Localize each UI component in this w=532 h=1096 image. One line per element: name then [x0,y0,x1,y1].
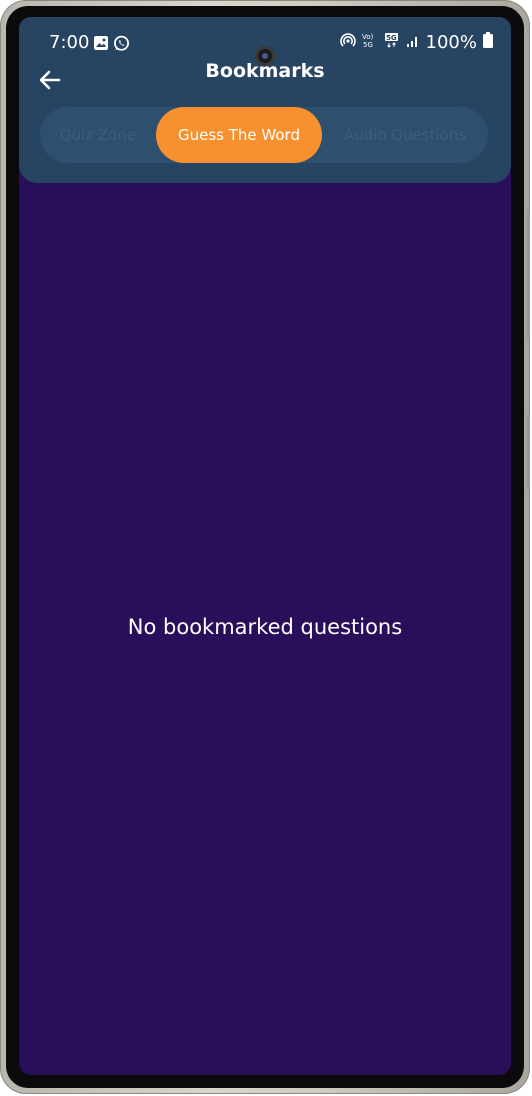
tab-guess-the-word[interactable]: Guess The Word [156,107,322,163]
svg-text:5G: 5G [363,41,373,48]
side-button [527,415,530,490]
signal-icon [406,32,420,53]
tab-audio-questions[interactable]: Audio Questions [330,107,480,163]
status-time: 7:00 [49,32,90,53]
empty-state-message: No bookmarked questions [127,615,403,639]
phone-frame: 7:00 Vo) 5G 5G 100% Bookmarks Quiz Zone … [0,0,530,1094]
volte-icon: Vo) 5G [362,32,378,53]
app-bar: 7:00 Vo) 5G 5G 100% Bookmarks Quiz Zone … [19,17,511,183]
screen: 7:00 Vo) 5G 5G 100% Bookmarks Quiz Zone … [19,17,511,1075]
svg-text:5G: 5G [386,34,397,42]
hotspot-icon [339,32,356,53]
side-button [527,210,530,340]
gallery-icon [93,35,109,56]
5g-icon: 5G [384,32,400,53]
tab-quiz-zone[interactable]: Quiz Zone [40,107,156,163]
status-right-icons: Vo) 5G 5G 100% [339,32,493,53]
bookmark-tab-bar: Quiz Zone Guess The Word Audio Questions [40,107,488,163]
battery-icon [483,32,493,53]
status-bar: 7:00 Vo) 5G 5G 100% [19,32,511,66]
svg-text:Vo): Vo) [362,33,374,41]
whatsapp-icon [113,35,130,57]
battery-percentage: 100% [425,32,477,53]
page-title: Bookmarks [205,60,325,82]
